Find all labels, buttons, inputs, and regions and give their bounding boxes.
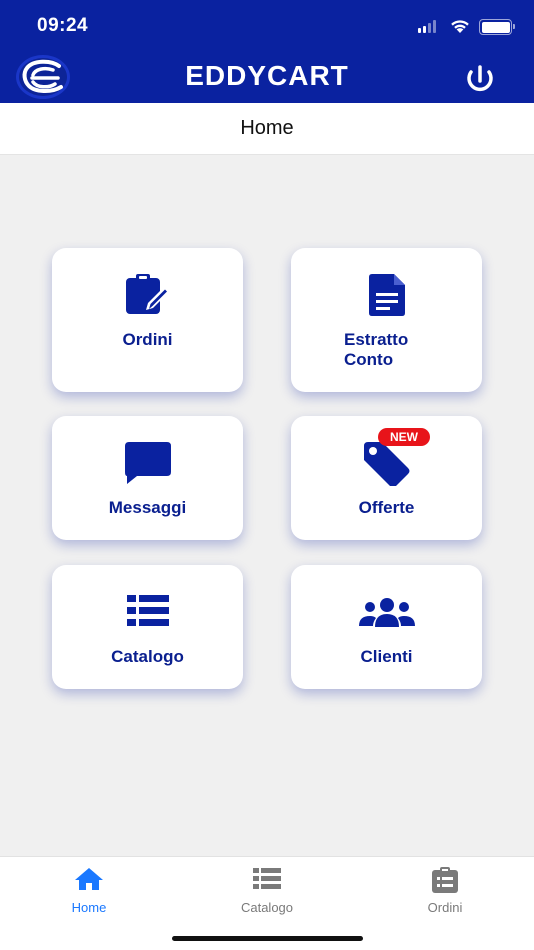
tile-clienti[interactable]: Clienti [291, 565, 482, 689]
tab-home[interactable]: Home [0, 857, 178, 927]
document-icon [368, 274, 405, 316]
page-title: Home [240, 117, 294, 139]
page-header: Home [0, 103, 534, 155]
tab-label: Home [71, 900, 107, 915]
tile-label-line2: Conto [344, 350, 394, 369]
wifi-icon [451, 20, 469, 33]
tile-ordini[interactable]: Ordini [52, 248, 243, 392]
tile-label: Messaggi [108, 498, 187, 517]
tab-label: Ordini [427, 900, 463, 915]
tile-catalogo[interactable]: Catalogo [52, 565, 243, 689]
tab-catalogo[interactable]: Catalogo [178, 857, 356, 927]
nav-bar: EDDYCART [0, 50, 534, 103]
status-time: 09:24 [37, 15, 89, 36]
battery-icon [479, 19, 515, 35]
app-title: EDDYCART [185, 60, 349, 91]
tag-icon [363, 442, 409, 486]
users-icon [358, 598, 415, 627]
tile-offerte[interactable]: NEW Offerte [291, 416, 482, 540]
tile-estratto-conto[interactable]: Estratto Conto [291, 248, 482, 392]
tile-label: Offerte [358, 498, 415, 517]
status-bar: 09:24 [0, 0, 534, 50]
tile-label: Catalogo [111, 647, 184, 666]
tile-label: Ordini [122, 330, 173, 349]
chat-bubble-icon [124, 442, 171, 484]
tile-label: Estratto [344, 330, 409, 349]
home-indicator [172, 936, 363, 941]
tab-bar: Home Catalogo Ordini [0, 856, 534, 950]
clipboard-edit-icon [125, 274, 170, 314]
power-icon[interactable] [460, 62, 500, 94]
list-icon [126, 595, 169, 626]
clipboard-list-icon [432, 867, 458, 893]
tab-ordini[interactable]: Ordini [356, 857, 534, 927]
tile-label: Clienti [360, 647, 413, 666]
list-icon [253, 868, 281, 889]
cellular-signal-icon [418, 20, 436, 33]
tab-label: Catalogo [240, 900, 294, 915]
home-icon [75, 868, 103, 890]
tile-messaggi[interactable]: Messaggi [52, 416, 243, 540]
new-badge: NEW [378, 428, 430, 446]
